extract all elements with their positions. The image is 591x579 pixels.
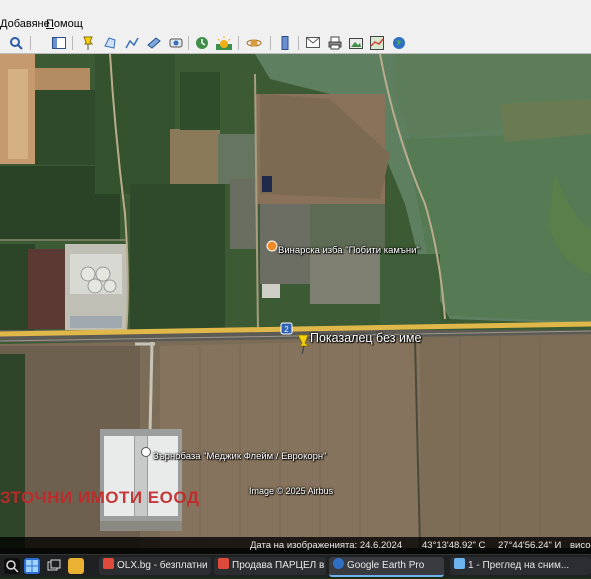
file-explorer-icon[interactable] [68,558,84,574]
history-icon[interactable] [194,35,210,50]
imagery-date: Дата на изображенията: 24.6.2024 [250,540,403,551]
winery-label[interactable]: Винарска изба "Побити камъни" [278,245,420,256]
satellite-map-view[interactable]: 2 Винарска изба "Побити камъни" Показале… [0,54,591,548]
imagery-copyright: Image © 2025 Airbus [249,486,334,496]
taskbar-parcel-chrome[interactable]: Продава ПАРЦЕЛ в ... [214,557,326,575]
menu-add[interactable]: Добавяне [0,18,50,30]
menu-bar: Добавяне Помощ [0,0,591,34]
ruler-icon[interactable] [277,35,293,50]
maps-icon[interactable] [369,35,385,50]
road-shield-label: 2 [284,325,289,334]
planets-icon[interactable] [246,35,262,50]
taskbar-photo-viewer[interactable]: 1 - Преглед на сним... [450,557,591,575]
email-icon[interactable] [305,35,321,50]
earth-globe-icon[interactable] [391,35,407,50]
task-view-icon[interactable] [46,558,62,574]
windows-taskbar: OLX.bg - безплатни ... Продава ПАРЦЕЛ в … [0,554,591,577]
print-icon[interactable] [327,35,343,50]
sun-icon[interactable] [216,35,232,50]
taskbar-olx-chrome[interactable]: OLX.bg - безплатни ... [99,557,211,575]
search-icon[interactable] [8,35,24,50]
image-overlay-icon[interactable] [146,35,162,50]
start-windows-icon[interactable] [24,558,40,574]
polygon-icon[interactable] [102,35,118,50]
taskbar-google-earth[interactable]: Google Earth Pro [329,557,444,577]
status-bar: Дата на изображенията: 24.6.2024 43°13'4… [0,537,591,554]
longitude-readout: 27°44'56.24" И [498,540,562,551]
placemark-label[interactable]: Показалец без име [310,331,421,345]
latitude-readout: 43°13'48.92" С [422,540,486,551]
path-icon[interactable] [124,35,140,50]
watermark-text: ЗТОЧНИ ИМОТИ ЕООД [0,488,200,507]
grain-base-label[interactable]: Зърнобаза "Меджик Флейм / Еврокорн" [153,451,327,462]
search-taskbar-icon[interactable] [4,558,20,574]
toolbar [0,33,591,54]
sidebar-icon[interactable] [51,35,67,50]
placemark-icon[interactable] [80,35,96,50]
tour-icon[interactable] [168,35,184,50]
menu-help[interactable]: Помощ [46,18,83,30]
elevation-readout: висо [570,540,591,551]
save-image-icon[interactable] [348,35,364,50]
